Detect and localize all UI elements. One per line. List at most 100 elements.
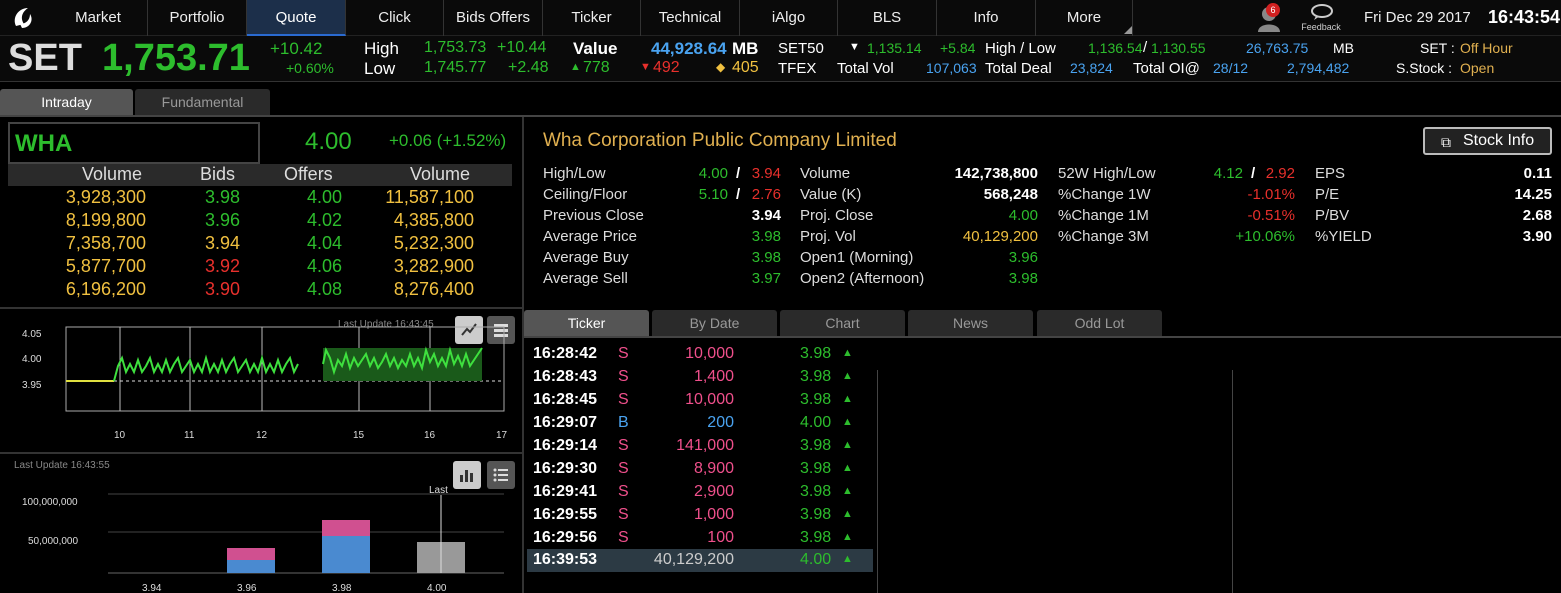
nav-market[interactable]: Market <box>49 0 148 36</box>
ticker-row[interactable]: 16:29:41 S 2,900 3.98 ▲ <box>527 481 873 504</box>
value-label: Value <box>573 39 618 58</box>
info-label: 52W High/Low <box>1058 165 1156 182</box>
ticker-volume: 1,400 <box>693 368 734 385</box>
nav-bids-offers[interactable]: Bids Offers <box>444 0 543 36</box>
tab-by-date[interactable]: By Date <box>652 310 777 336</box>
total-deal: 23,824 <box>1070 60 1113 76</box>
bidoffer-row[interactable]: 7,358,700 3.94 4.04 5,232,300 <box>8 233 512 256</box>
offer-price[interactable]: 4.02 <box>307 210 342 231</box>
bid-price[interactable]: 3.94 <box>205 233 240 254</box>
ticker-volume: 10,000 <box>685 391 734 408</box>
ticker-last-vol: 40,129,200 <box>653 551 734 568</box>
set50-low: 1,130.55 <box>1151 40 1206 56</box>
stock-info-button[interactable]: ⧉ Stock Info <box>1423 127 1552 155</box>
info-label: Value (K) <box>800 186 862 203</box>
left-panel-divider-1 <box>0 307 522 309</box>
feedback-label[interactable]: Feedback <box>1296 22 1346 32</box>
nav-bls[interactable]: BLS <box>838 0 937 36</box>
notification-badge[interactable]: 6 <box>1266 3 1280 17</box>
ticker-row[interactable]: 16:28:45 S 10,000 3.98 ▲ <box>527 389 873 412</box>
ticker-row[interactable]: 16:29:55 S 1,000 3.98 ▲ <box>527 504 873 527</box>
feedback-icon[interactable] <box>1308 3 1336 21</box>
vol-bar-3-96-buy <box>227 560 275 573</box>
ticker-row[interactable]: 16:28:43 S 1,400 3.98 ▲ <box>527 366 873 389</box>
ticker-volume: 10,000 <box>685 345 734 362</box>
bid-price[interactable]: 3.92 <box>205 256 240 277</box>
tab-fundamental[interactable]: Fundamental <box>135 89 270 115</box>
ticker-price: 3.98 <box>800 506 832 523</box>
info-label: %Change 1M <box>1058 207 1149 224</box>
nav-quote[interactable]: Quote <box>247 0 346 36</box>
ticker-time: 16:29:41 <box>533 483 598 500</box>
total-deal-label: Total Deal <box>985 60 1052 77</box>
offer-price[interactable]: 4.06 <box>307 256 342 277</box>
nav-more[interactable]: More <box>1036 0 1133 36</box>
ticker-up-icon: ▲ <box>842 531 853 543</box>
tab-ticker[interactable]: Ticker <box>524 310 649 336</box>
ticker-up-icon: ▲ <box>842 416 853 428</box>
offer-price[interactable]: 4.08 <box>307 279 342 300</box>
info-value: 142,738,800 <box>954 165 1038 182</box>
ticker-side: S <box>618 483 629 500</box>
info-value: 3.98 <box>751 249 781 266</box>
offer-price[interactable]: 4.04 <box>307 233 342 254</box>
offer-price[interactable]: 4.00 <box>307 187 342 208</box>
ticker-time: 16:29:30 <box>533 460 598 477</box>
ticker-time: 16:29:55 <box>533 506 598 523</box>
bidoffer-row[interactable]: 5,877,700 3.92 4.06 3,282,900 <box>8 256 512 279</box>
info-value-low: 2.76 <box>751 186 781 203</box>
info-label: Proj. Vol <box>800 228 856 245</box>
nav-technical[interactable]: Technical <box>641 0 740 36</box>
sstock-status: Open <box>1460 60 1495 76</box>
ticker-price: 3.98 <box>800 368 832 385</box>
x-tick-12: 12 <box>256 430 268 441</box>
nav-ticker[interactable]: Ticker <box>543 0 641 36</box>
tab-intraday[interactable]: Intraday <box>0 89 133 115</box>
nav-ialgo[interactable]: iAlgo <box>740 0 838 36</box>
nav-click[interactable]: Click <box>346 0 444 36</box>
y-tick-4-05: 4.05 <box>22 329 42 340</box>
info-value: 3.98 <box>751 228 781 245</box>
info-value: 3.96 <box>1008 249 1038 266</box>
info-value: 4.00 <box>1008 207 1038 224</box>
set50-dropdown-icon[interactable]: ▼ <box>849 41 860 53</box>
app-logo-icon[interactable] <box>8 4 40 32</box>
info-label: P/BV <box>1315 207 1350 224</box>
up-count: 778 <box>583 59 610 76</box>
ticker-up-icon: ▲ <box>842 462 853 474</box>
ticker-volume: 200 <box>707 414 734 431</box>
info-label: Volume <box>800 165 851 182</box>
bid-price[interactable]: 3.98 <box>205 187 240 208</box>
hl-separator: / <box>1143 39 1148 56</box>
nav-portfolio[interactable]: Portfolio <box>148 0 247 36</box>
ticker-last-row[interactable]: 16:39:53 40,129,200 4.00 ▲ <box>527 549 873 572</box>
bid-price[interactable]: 3.90 <box>205 279 240 300</box>
ticker-side: S <box>618 506 629 523</box>
up-arrow-icon: ▲ <box>570 61 581 73</box>
tab-chart[interactable]: Chart <box>780 310 905 336</box>
bidoffer-row[interactable]: 6,196,200 3.90 4.08 8,276,400 <box>8 279 512 302</box>
total-vol: 107,063 <box>926 60 977 76</box>
bidoffer-row[interactable]: 3,928,300 3.98 4.00 11,587,100 <box>8 187 512 210</box>
last-label: Last <box>429 485 448 496</box>
tab-news[interactable]: News <box>908 310 1033 336</box>
set-status: Off Hour <box>1460 40 1513 56</box>
index-value: 1,753.71 <box>102 37 250 79</box>
bid-price[interactable]: 3.96 <box>205 210 240 231</box>
x-tick-16: 16 <box>424 430 436 441</box>
ticker-row[interactable]: 16:29:56 S 100 3.98 ▲ <box>527 527 873 550</box>
tab-odd-lot[interactable]: Odd Lot <box>1037 310 1162 336</box>
morning-price-line <box>113 354 299 382</box>
nav-info[interactable]: Info <box>937 0 1036 36</box>
vol-x-tick-4-00: 4.00 <box>427 583 447 593</box>
bidoffer-row[interactable]: 8,199,800 3.96 4.02 4,385,800 <box>8 210 512 233</box>
ticker-row[interactable]: 16:29:14 S 141,000 3.98 ▲ <box>527 435 873 458</box>
ticker-up-icon: ▲ <box>842 439 853 451</box>
ticker-row[interactable]: 16:29:07 B 200 4.00 ▲ <box>527 412 873 435</box>
info-label: Average Buy <box>543 249 629 266</box>
ticker-row[interactable]: 16:29:30 S 8,900 3.98 ▲ <box>527 458 873 481</box>
index-name: SET <box>8 37 82 79</box>
ticker-col-divider-1 <box>877 370 878 593</box>
stock-info-label: Stock Info <box>1463 132 1535 149</box>
ticker-row[interactable]: 16:28:42 S 10,000 3.98 ▲ <box>527 343 873 366</box>
